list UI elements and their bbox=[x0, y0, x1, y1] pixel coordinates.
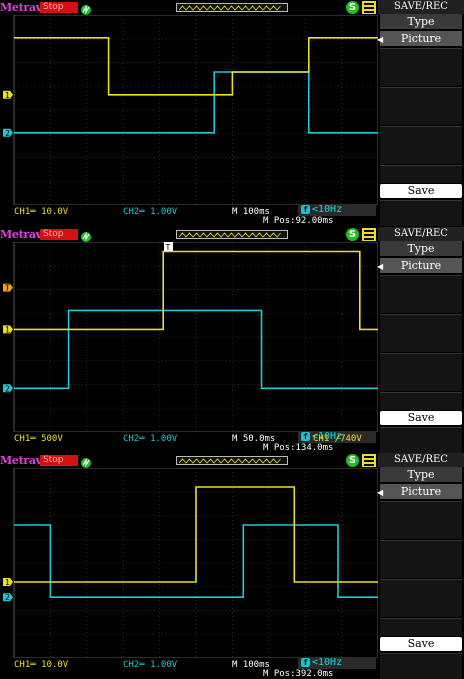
save-button[interactable]: Save bbox=[380, 184, 462, 198]
ch1-scale[interactable]: CH1═ 10.0V bbox=[14, 660, 68, 670]
ch1-scale[interactable]: CH1═ 10.0V bbox=[14, 207, 68, 217]
menu-empty-slot bbox=[380, 87, 462, 125]
menu-title: SAVE/REC bbox=[378, 453, 464, 467]
menu-empty-slot bbox=[380, 579, 462, 617]
menu-empty-slot bbox=[380, 200, 462, 226]
run-status-badge[interactable]: Stop bbox=[40, 455, 78, 466]
brand-logo: Metravi bbox=[0, 228, 46, 241]
ch2-marker: 2 bbox=[3, 593, 13, 602]
menu-empty-slot bbox=[380, 48, 462, 86]
ch1-marker: 1 bbox=[3, 578, 13, 587]
trigger-readout: CH1 /740V bbox=[313, 434, 362, 444]
menu-empty-slot bbox=[380, 653, 462, 679]
menu-empty-slot bbox=[380, 314, 462, 352]
menu-empty-slot bbox=[380, 618, 462, 636]
storage-icon bbox=[361, 0, 377, 15]
menu-empty-slot bbox=[380, 126, 462, 164]
usb-status-icon: S bbox=[346, 454, 359, 467]
menu-title: SAVE/REC bbox=[378, 227, 464, 241]
brand-logo: Metravi bbox=[0, 1, 46, 14]
status-bar: CH1═ 500V CH2═ 1.00V M 50.0ms M Pos:134.0ms… bbox=[0, 432, 378, 453]
ch1-marker: 1 bbox=[3, 325, 13, 334]
save-rec-menu: SAVE/REC Type Picture ◀ Save bbox=[377, 227, 464, 453]
save-rec-menu: SAVE/REC Type Picture ◀ Save bbox=[377, 453, 464, 679]
type-label: Type bbox=[380, 241, 462, 256]
ch2-marker: 2 bbox=[3, 384, 13, 393]
menu-arrow-icon: ◀ bbox=[377, 35, 384, 44]
svg-text:1: 1 bbox=[5, 91, 10, 100]
type-selector[interactable]: Picture bbox=[380, 484, 462, 499]
menu-empty-slot bbox=[380, 353, 462, 391]
trigger-mode-icon bbox=[80, 228, 92, 242]
waveform-display: 1 2 f <10Hz bbox=[0, 15, 378, 216]
usb-status-icon: S bbox=[346, 1, 359, 14]
menu-empty-slot bbox=[380, 501, 462, 539]
memory-position: M Pos:392.0ms bbox=[263, 669, 334, 679]
ch1-scale[interactable]: CH1═ 500V bbox=[14, 434, 63, 444]
top-bar: Metravi Stop S bbox=[0, 0, 378, 15]
storage-icon bbox=[361, 227, 377, 242]
run-status-badge[interactable]: Stop bbox=[40, 2, 78, 13]
trigger-mode-icon bbox=[80, 1, 92, 15]
type-selector[interactable]: Picture bbox=[380, 31, 462, 46]
menu-empty-slot bbox=[380, 540, 462, 578]
waveform-display: 1 2 f <10Hz bbox=[0, 468, 378, 669]
top-bar: Metravi Stop S bbox=[0, 227, 378, 242]
status-bar: CH1═ 10.0V CH2═ 1.00V M 100ms M Pos:392.0ms bbox=[0, 658, 378, 679]
waveform-display: 1 2 T Tf <10Hz bbox=[0, 242, 378, 443]
svg-text:1: 1 bbox=[5, 578, 10, 587]
save-button[interactable]: Save bbox=[380, 411, 462, 425]
ch1-marker: 1 bbox=[3, 90, 13, 100]
memory-position: M Pos:92.00ms bbox=[263, 216, 334, 226]
usb-status-icon: S bbox=[346, 228, 359, 241]
menu-arrow-icon: ◀ bbox=[377, 488, 384, 497]
svg-text:2: 2 bbox=[5, 593, 10, 602]
ch2-scale[interactable]: CH2═ 1.00V bbox=[123, 660, 177, 670]
menu-empty-slot bbox=[380, 392, 462, 410]
trigger-position-marker: T bbox=[164, 242, 173, 252]
top-bar: Metravi Stop S bbox=[0, 453, 378, 468]
type-label: Type bbox=[380, 467, 462, 482]
ch2-marker: 2 bbox=[3, 128, 13, 138]
trigger-mode-icon bbox=[80, 454, 92, 468]
scope-panel: Metravi Stop S 1 2 f <10Hz CH1═ 10.0V CH2═ 1.00V… bbox=[0, 0, 464, 226]
scope-panel: Metravi Stop S 1 2 f <10Hz CH1═ 10.0V CH2═ 1.00V… bbox=[0, 453, 464, 679]
svg-text:T: T bbox=[165, 243, 171, 252]
memory-position-bar[interactable] bbox=[176, 456, 288, 465]
type-selector[interactable]: Picture bbox=[380, 258, 462, 273]
scope-panel: Metravi Stop S 1 2 T Tf <10Hz CH1═ 500V CH2═ 1.00… bbox=[0, 227, 464, 453]
memory-position-bar[interactable] bbox=[176, 230, 288, 239]
svg-text:1: 1 bbox=[5, 325, 10, 334]
menu-title: SAVE/REC bbox=[378, 0, 464, 14]
svg-text:2: 2 bbox=[5, 384, 10, 393]
save-rec-menu: SAVE/REC Type Picture ◀ Save bbox=[377, 0, 464, 226]
type-label: Type bbox=[380, 14, 462, 29]
svg-text:T: T bbox=[4, 284, 10, 293]
ch2-scale[interactable]: CH2═ 1.00V bbox=[123, 207, 177, 217]
storage-icon bbox=[361, 453, 377, 468]
run-status-badge[interactable]: Stop bbox=[40, 229, 78, 240]
menu-empty-slot bbox=[380, 165, 462, 183]
memory-position-bar[interactable] bbox=[176, 3, 288, 12]
menu-empty-slot bbox=[380, 427, 462, 453]
menu-arrow-icon: ◀ bbox=[377, 262, 384, 271]
memory-position: M Pos:134.0ms bbox=[263, 443, 334, 453]
menu-empty-slot bbox=[380, 275, 462, 313]
svg-text:2: 2 bbox=[5, 129, 10, 138]
trigger-level-marker: T bbox=[3, 283, 13, 293]
ch2-scale[interactable]: CH2═ 1.00V bbox=[123, 434, 177, 444]
brand-logo: Metravi bbox=[0, 454, 46, 467]
save-button[interactable]: Save bbox=[380, 637, 462, 651]
status-bar: CH1═ 10.0V CH2═ 1.00V M 100ms M Pos:92.00ms bbox=[0, 205, 378, 226]
